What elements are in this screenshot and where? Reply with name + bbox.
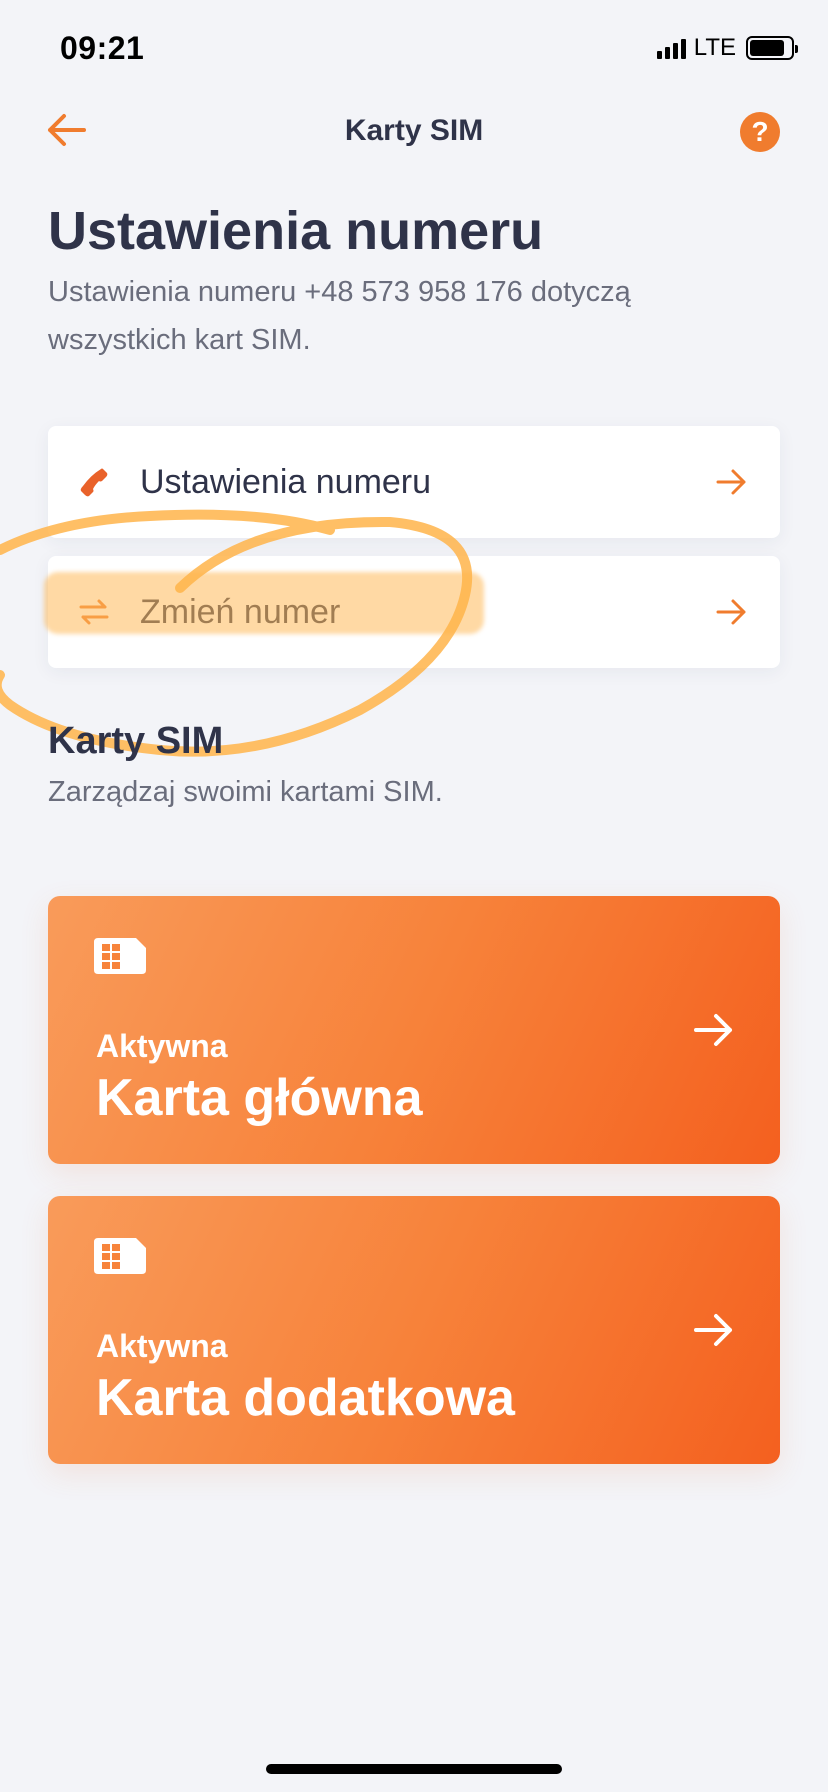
battery-icon [746,36,798,60]
battery-level [750,40,784,56]
phone-icon [72,460,116,504]
status-indicators: LTE [656,34,798,62]
arrow-right-icon [694,1314,732,1346]
page-description: Ustawienia numeru +48 573 958 176 dotycz… [48,276,631,356]
status-time: 09:21 [60,30,145,66]
nav-title: Karty SIM [344,114,484,147]
signal-icon [656,37,686,59]
status-bar: 09:21 LTE [0,0,828,100]
sim-card-status: Aktywna [96,1028,228,1064]
sim-card-icon [94,1238,146,1274]
sim-card-status: Aktywna [96,1328,228,1364]
page-title: Ustawienia numeru [48,201,544,261]
network-type: LTE [693,34,736,61]
section-title: Karty SIM [48,720,224,762]
arrow-right-icon [694,1014,732,1046]
sim-card-additional[interactable]: Aktywna Karta dodatkowa [48,1196,780,1464]
sim-card-icon [94,938,146,974]
arrow-right-icon [716,599,746,625]
navigation-bar: Karty SIM ? [0,100,828,170]
sim-card-main[interactable]: Aktywna Karta główna [48,896,780,1164]
section-description: Zarządzaj swoimi kartami SIM. [48,776,443,808]
menu-item-label: Ustawienia numeru [140,462,432,501]
sim-card-name: Karta główna [96,1069,423,1127]
sim-card-name: Karta dodatkowa [96,1369,515,1427]
home-indicator[interactable] [266,1764,562,1774]
help-button[interactable]: ? [740,112,780,152]
arrow-right-icon [716,469,746,495]
